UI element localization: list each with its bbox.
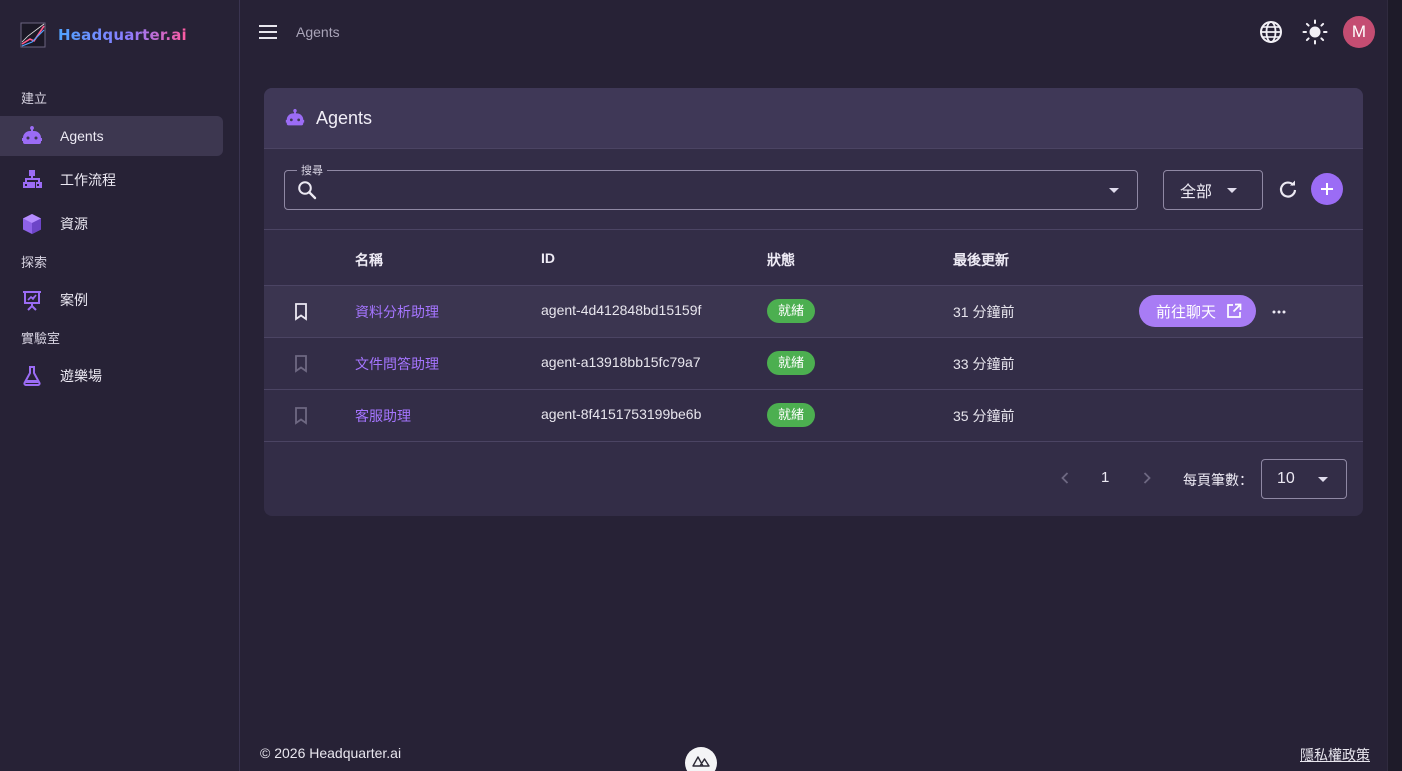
brand[interactable]: Headquarter.ai xyxy=(20,22,187,48)
chevron-down-icon xyxy=(1227,188,1237,193)
card-header: Agents xyxy=(264,88,1363,149)
logo-icon xyxy=(20,22,46,48)
sidebar-item-label: 工作流程 xyxy=(60,172,116,188)
filter-value: 全部 xyxy=(1180,184,1213,201)
chevron-left-icon[interactable] xyxy=(1057,470,1073,486)
go-to-chat-label: 前往聊天 xyxy=(1156,303,1217,321)
bookmark-icon[interactable] xyxy=(294,355,308,373)
column-header-id[interactable]: ID xyxy=(541,250,555,266)
sitemap-icon xyxy=(20,168,44,192)
cube-icon xyxy=(20,212,44,236)
sidebar-item-label: 案例 xyxy=(60,292,88,308)
status-filter-select[interactable]: 全部 xyxy=(1163,170,1263,210)
pagination: 1 每頁筆數： 10 xyxy=(264,442,1363,514)
column-header-name[interactable]: 名稱 xyxy=(355,250,383,270)
search-field[interactable]: 搜尋 xyxy=(284,162,1138,210)
topbar: Agents xyxy=(240,0,1387,64)
refresh-icon[interactable] xyxy=(1277,179,1299,201)
footer-copyright: © 2026 Headquarter.ai xyxy=(260,745,402,761)
menu-icon[interactable] xyxy=(258,22,278,42)
agents-card: Agents 搜尋 全部 名稱 ID 狀態 最後更新 資料分析助理 agent-… xyxy=(264,88,1363,516)
page-number[interactable]: 1 xyxy=(1101,469,1109,486)
agent-name-link[interactable]: 客服助理 xyxy=(355,406,411,426)
agent-id: agent-8f4151753199be6b xyxy=(541,406,702,422)
agent-id: agent-a13918bb15fc79a7 xyxy=(541,354,701,370)
section-label-create: 建立 xyxy=(21,91,48,106)
breadcrumb[interactable]: Agents xyxy=(296,24,340,40)
agent-name-link[interactable]: 資料分析助理 xyxy=(355,302,439,322)
status-badge: 就緒 xyxy=(767,351,816,375)
plus-icon xyxy=(1321,183,1333,195)
globe-icon[interactable] xyxy=(1258,19,1284,45)
bookmark-icon[interactable] xyxy=(294,303,308,321)
sidebar: Headquarter.ai 建立 Agents 工作流程 資源 探索 案例 實… xyxy=(0,0,240,771)
flask-icon xyxy=(20,364,44,388)
search-icon xyxy=(298,181,317,200)
column-header-updated[interactable]: 最後更新 xyxy=(953,250,1009,270)
sidebar-item-label: Agents xyxy=(60,128,104,144)
go-to-chat-button[interactable]: 前往聊天 xyxy=(1139,295,1257,327)
toolbar: 搜尋 全部 xyxy=(264,149,1363,230)
table-header: 名稱 ID 狀態 最後更新 xyxy=(264,230,1363,286)
sidebar-item-cases[interactable]: 案例 xyxy=(0,280,223,320)
privacy-policy-link[interactable]: 隱私權政策 xyxy=(1300,745,1370,765)
section-label-explore: 探索 xyxy=(21,255,48,270)
chevron-down-icon xyxy=(1318,477,1328,482)
avatar[interactable]: M xyxy=(1343,16,1375,48)
status-badge: 就緒 xyxy=(767,403,816,427)
bookmark-icon[interactable] xyxy=(294,407,308,425)
agent-name-link[interactable]: 文件問答助理 xyxy=(355,354,439,374)
chevron-down-icon[interactable] xyxy=(1109,188,1119,193)
card-title: Agents xyxy=(316,107,373,128)
nuxt-devtools-icon[interactable] xyxy=(685,747,717,771)
sidebar-item-workflows[interactable]: 工作流程 xyxy=(0,160,223,200)
sidebar-item-playground[interactable]: 遊樂場 xyxy=(0,356,223,396)
search-label: 搜尋 xyxy=(297,162,327,178)
updated-time: 35 分鐘前 xyxy=(953,408,1015,424)
per-page-value: 10 xyxy=(1277,470,1295,487)
sidebar-item-resources[interactable]: 資源 xyxy=(0,204,223,244)
column-header-status[interactable]: 狀態 xyxy=(767,250,795,270)
section-label-lab: 實驗室 xyxy=(21,331,61,346)
table-row[interactable]: 文件問答助理 agent-a13918bb15fc79a7 就緒 33 分鐘前 xyxy=(264,338,1363,390)
status-badge: 就緒 xyxy=(767,299,816,323)
theme-toggle-icon[interactable] xyxy=(1302,19,1328,45)
updated-time: 33 分鐘前 xyxy=(953,356,1015,372)
robot-icon xyxy=(20,124,44,148)
per-page-label: 每頁筆數： xyxy=(1183,472,1253,488)
brand-name: Headquarter.ai xyxy=(58,26,187,44)
chevron-right-icon[interactable] xyxy=(1139,470,1155,486)
more-actions-icon[interactable] xyxy=(1268,301,1290,323)
table-row[interactable]: 資料分析助理 agent-4d412848bd15159f 就緒 31 分鐘前 … xyxy=(264,286,1363,338)
agent-id: agent-4d412848bd15159f xyxy=(541,302,702,318)
sidebar-item-agents[interactable]: Agents xyxy=(0,116,223,156)
add-agent-button[interactable] xyxy=(1311,173,1343,205)
search-input[interactable] xyxy=(323,179,1103,201)
presentation-icon xyxy=(20,288,44,312)
sidebar-item-label: 資源 xyxy=(60,216,88,232)
updated-time: 31 分鐘前 xyxy=(953,304,1015,320)
scrollbar[interactable] xyxy=(1387,0,1402,771)
per-page-select[interactable]: 10 xyxy=(1261,459,1347,499)
open-in-new-icon xyxy=(1227,303,1242,318)
sidebar-item-label: 遊樂場 xyxy=(60,368,102,384)
table-row[interactable]: 客服助理 agent-8f4151753199be6b 就緒 35 分鐘前 xyxy=(264,390,1363,442)
robot-icon xyxy=(285,108,305,126)
